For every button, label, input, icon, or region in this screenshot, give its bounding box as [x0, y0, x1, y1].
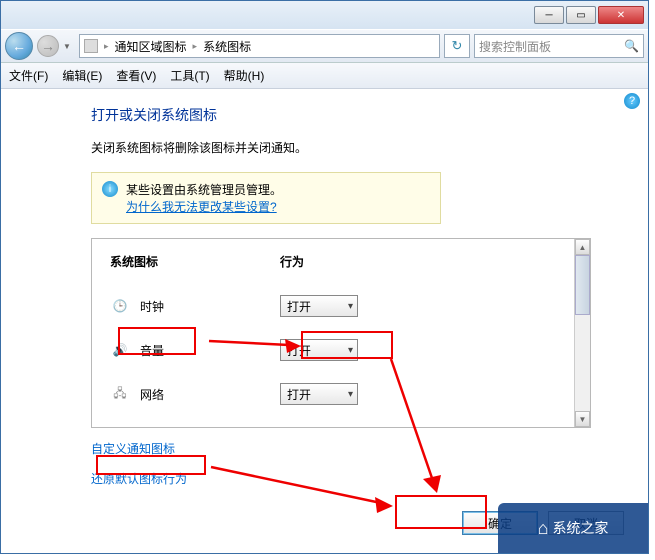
menu-file[interactable]: 文件(F) [9, 67, 48, 84]
scroll-thumb[interactable] [575, 255, 590, 315]
volume-icon: 🔊 [110, 342, 130, 358]
watermark: ⌂ 系统之家 [498, 503, 648, 553]
menubar: 文件(F) 编辑(E) 查看(V) 工具(T) 帮助(H) [1, 63, 648, 89]
menu-edit[interactable]: 编辑(E) [62, 67, 102, 84]
navbar: ← → ▼ ▸ 通知区域图标 ▸ 系统图标 ↻ 搜索控制面板 🔍 [1, 29, 648, 63]
icons-panel: 系统图标 行为 🕒 时钟 打开 🔊 音量 打开 🖧 网络 打开 [91, 238, 591, 428]
row-label: 时钟 [140, 298, 280, 315]
history-dropdown-icon[interactable]: ▼ [63, 42, 75, 51]
scroll-down-icon[interactable]: ▼ [575, 411, 590, 427]
clock-icon: 🕒 [110, 298, 130, 314]
customize-link[interactable]: 自定义通知图标 [91, 440, 175, 457]
refresh-button[interactable]: ↻ [444, 34, 470, 58]
content-area: ? 打开或关闭系统图标 关闭系统图标将删除该图标并关闭通知。 i 某些设置由系统… [1, 89, 648, 553]
row-network: 🖧 网络 打开 [110, 372, 572, 416]
page-title: 打开或关闭系统图标 [91, 105, 628, 125]
house-icon: ⌂ [538, 518, 549, 539]
row-clock: 🕒 时钟 打开 [110, 284, 572, 328]
search-placeholder: 搜索控制面板 [479, 38, 551, 55]
breadcrumb-item[interactable]: 通知区域图标 [115, 38, 187, 55]
chevron-icon: ▸ [193, 41, 198, 52]
menu-view[interactable]: 查看(V) [116, 67, 156, 84]
row-label: 音量 [140, 342, 280, 359]
window: ─ ▭ ✕ ← → ▼ ▸ 通知区域图标 ▸ 系统图标 ↻ 搜索控制面板 🔍 文… [0, 0, 649, 554]
address-bar[interactable]: ▸ 通知区域图标 ▸ 系统图标 [79, 34, 440, 58]
info-icon: i [102, 181, 118, 197]
forward-button[interactable]: → [37, 35, 59, 57]
chevron-icon: ▸ [104, 41, 109, 52]
search-icon: 🔍 [624, 39, 639, 53]
scroll-up-icon[interactable]: ▲ [575, 239, 590, 255]
warning-link[interactable]: 为什么我无法更改某些设置? [126, 200, 277, 214]
header-icon: 系统图标 [110, 253, 280, 270]
location-icon [84, 39, 98, 53]
back-button[interactable]: ← [5, 32, 33, 60]
warning-text: 某些设置由系统管理员管理。 [126, 181, 282, 198]
page-description: 关闭系统图标将删除该图标并关闭通知。 [91, 139, 628, 156]
search-input[interactable]: 搜索控制面板 🔍 [474, 34, 644, 58]
header-behavior: 行为 [280, 253, 304, 270]
behavior-dropdown[interactable]: 打开 [280, 339, 358, 361]
row-volume: 🔊 音量 打开 [110, 328, 572, 372]
behavior-dropdown[interactable]: 打开 [280, 383, 358, 405]
maximize-button[interactable]: ▭ [566, 6, 596, 24]
row-label: 网络 [140, 386, 280, 403]
close-button[interactable]: ✕ [598, 6, 644, 24]
behavior-dropdown[interactable]: 打开 [280, 295, 358, 317]
restore-defaults-link[interactable]: 还原默认图标行为 [91, 470, 187, 487]
scrollbar[interactable]: ▲ ▼ [574, 239, 590, 427]
admin-warning: i 某些设置由系统管理员管理。 为什么我无法更改某些设置? [91, 172, 441, 224]
breadcrumb-item[interactable]: 系统图标 [203, 38, 251, 55]
titlebar: ─ ▭ ✕ [1, 1, 648, 29]
network-icon: 🖧 [110, 386, 130, 402]
watermark-text: 系统之家 [552, 518, 608, 538]
menu-tools[interactable]: 工具(T) [170, 67, 209, 84]
menu-help[interactable]: 帮助(H) [224, 67, 265, 84]
help-icon[interactable]: ? [624, 93, 640, 109]
minimize-button[interactable]: ─ [534, 6, 564, 24]
